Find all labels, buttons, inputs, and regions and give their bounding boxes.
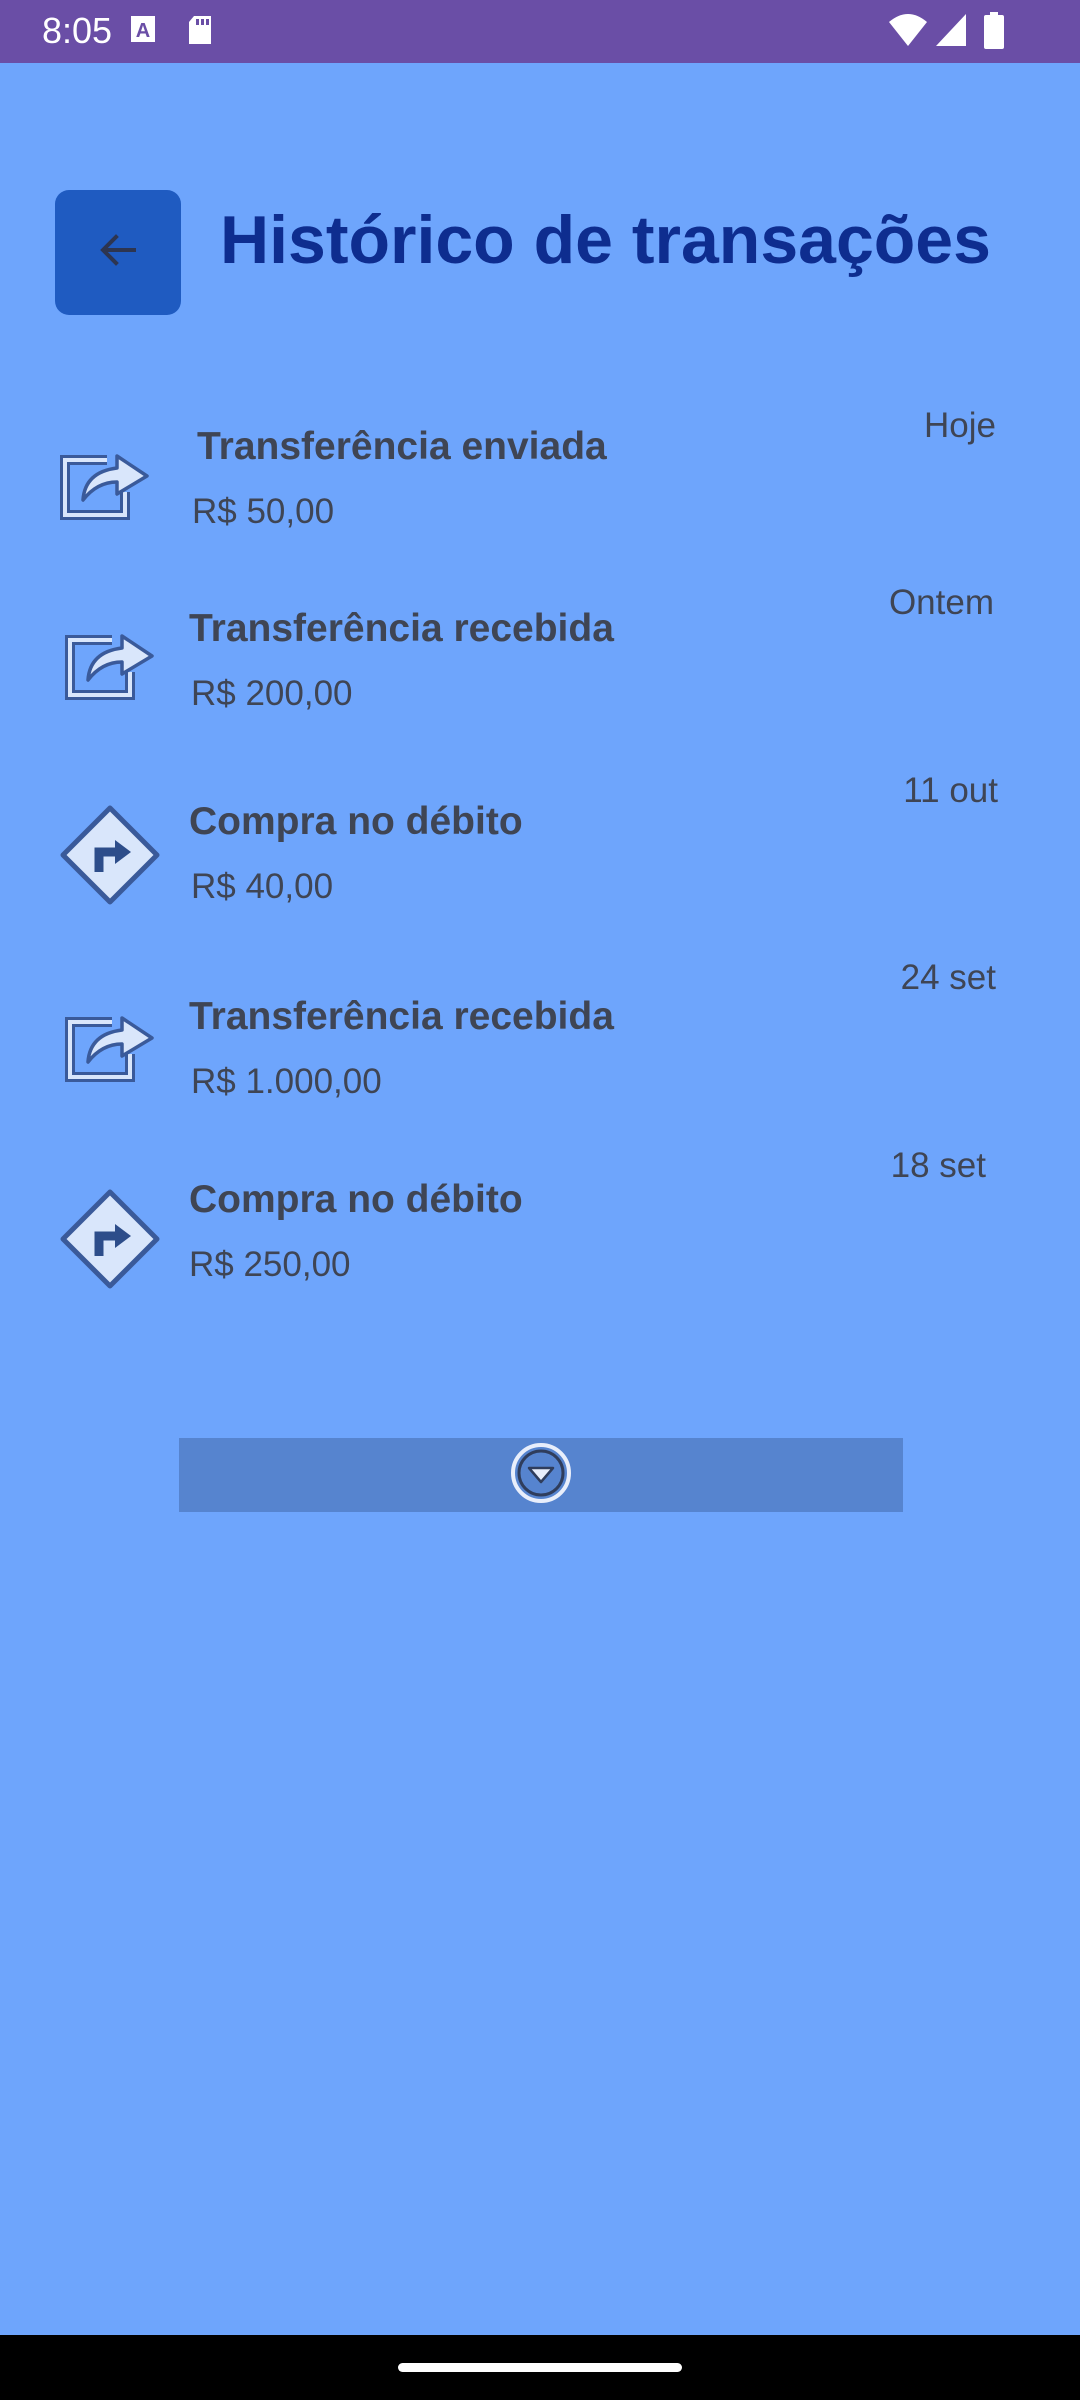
turn-right-sign-icon (55, 1184, 165, 1294)
chevron-circle-down-icon (510, 1442, 572, 1509)
transaction-amount: R$ 1.000,00 (191, 1062, 382, 1101)
share-arrow-icon (60, 610, 170, 720)
transaction-amount: R$ 250,00 (189, 1245, 351, 1284)
transaction-date: Ontem (888, 583, 994, 622)
home-indicator[interactable] (398, 2363, 682, 2372)
transaction-amount: R$ 200,00 (191, 674, 353, 713)
status-bar: 8:05 A (0, 0, 1080, 63)
transaction-item[interactable]: Compra no débito R$ 250,00 18 set (0, 1146, 1080, 1325)
transaction-item[interactable]: Transferência recebida R$ 200,00 Ontem (0, 580, 1080, 755)
transaction-title: Compra no débito (189, 800, 523, 843)
signal-icon (934, 12, 968, 53)
transaction-item[interactable]: Compra no débito R$ 40,00 11 out (0, 770, 1080, 945)
share-arrow-icon (55, 430, 165, 540)
load-more-button[interactable] (179, 1438, 903, 1512)
text-a-icon: A (130, 14, 156, 49)
page-title: Histórico de transações (220, 202, 991, 278)
share-arrow-icon (60, 992, 170, 1102)
transaction-date: 11 out (903, 771, 998, 810)
turn-right-sign-icon (55, 800, 165, 910)
transaction-amount: R$ 50,00 (192, 492, 335, 531)
back-button[interactable] (55, 190, 181, 315)
status-time: 8:05 (42, 10, 113, 51)
arrow-left-icon (94, 226, 142, 279)
transaction-item[interactable]: Transferência recebida R$ 1.000,00 24 se… (0, 958, 1080, 1135)
header: Histórico de transações (0, 190, 1080, 315)
transaction-title: Compra no débito (189, 1178, 523, 1221)
battery-icon (983, 12, 1005, 55)
transaction-amount: R$ 40,00 (191, 867, 334, 906)
transaction-title: Transferência enviada (197, 425, 607, 468)
transaction-title: Transferência recebida (189, 607, 614, 650)
transaction-item[interactable]: Transferência enviada R$ 50,00 Hoje (0, 400, 1080, 575)
sd-card-icon (186, 14, 214, 51)
transaction-title: Transferência recebida (189, 995, 614, 1038)
wifi-icon (888, 12, 928, 53)
transaction-date: 24 set (900, 958, 996, 997)
transaction-date: Hoje (924, 406, 996, 445)
transaction-date: 18 set (890, 1146, 986, 1185)
svg-text:A: A (136, 20, 150, 42)
